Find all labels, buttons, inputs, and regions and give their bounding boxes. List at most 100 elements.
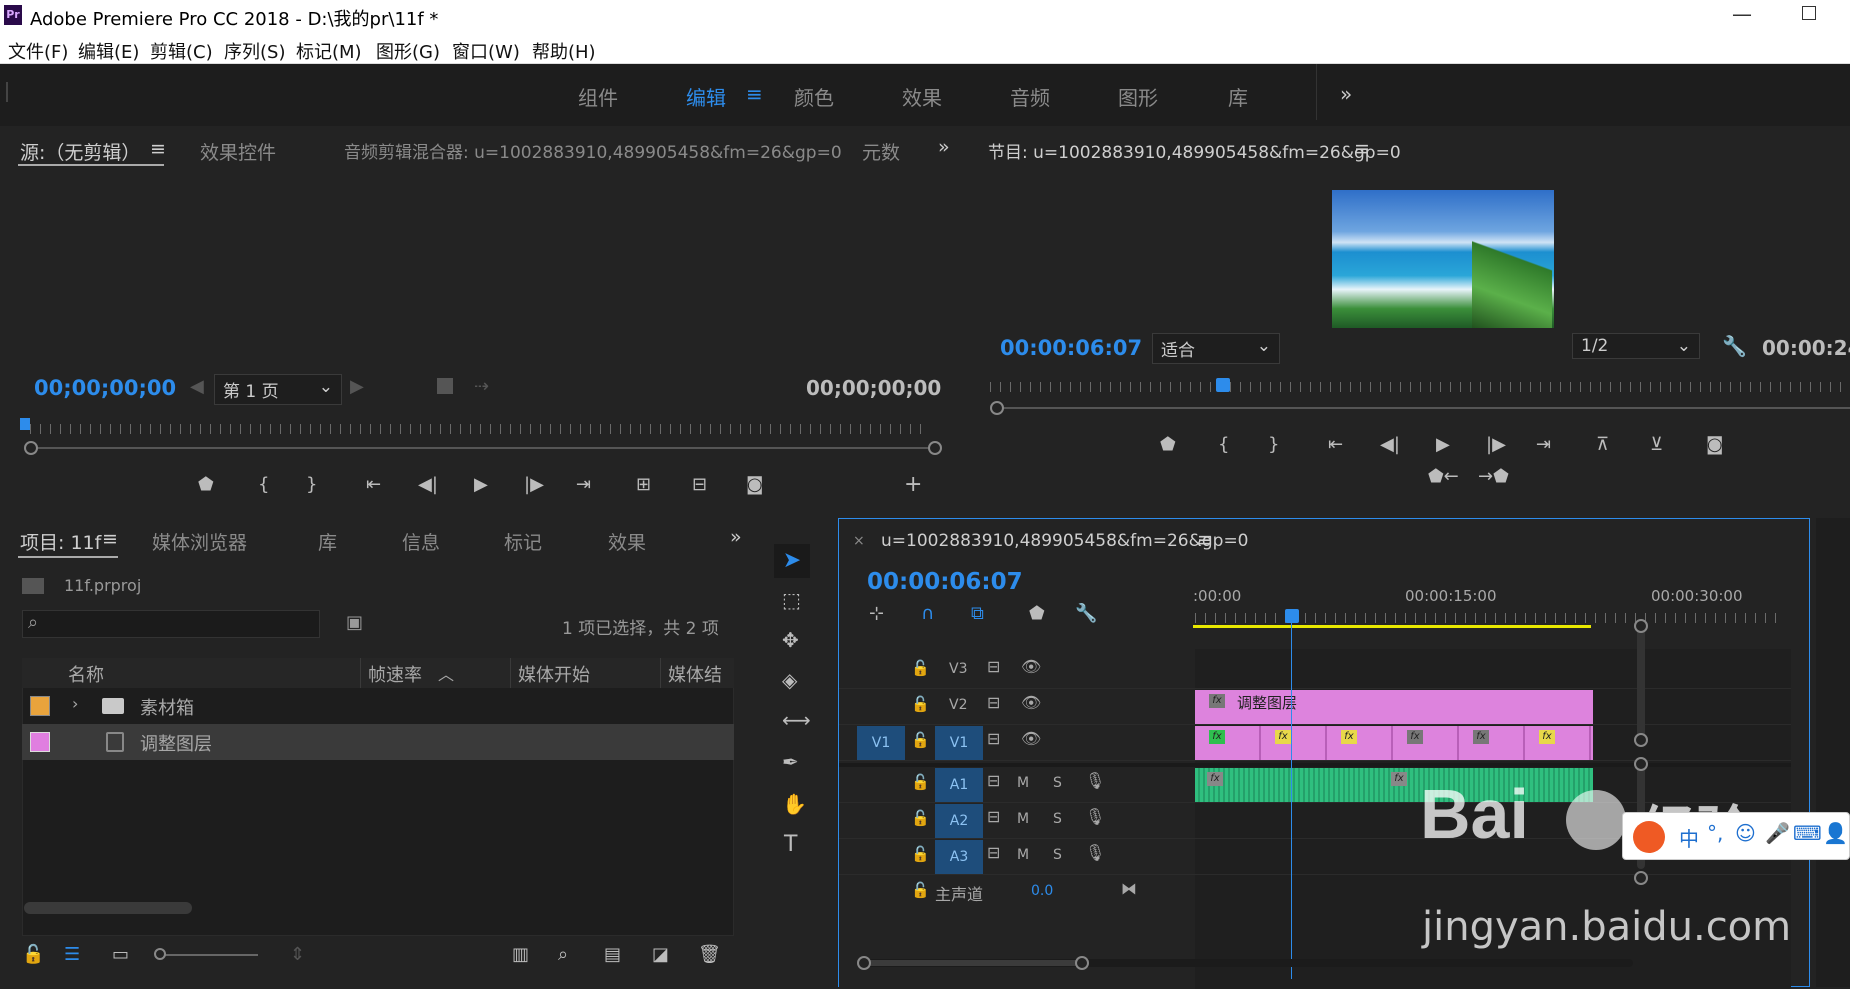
- tab-libraries[interactable]: 库: [318, 528, 337, 555]
- menu-help[interactable]: 帮助(H): [532, 38, 596, 64]
- audio-scroll-bottom[interactable]: [1634, 871, 1648, 885]
- add-marker-icon[interactable]: ⬟: [1029, 603, 1045, 624]
- track-label-v3[interactable]: V3: [949, 661, 967, 677]
- selection-tool-icon[interactable]: ➤: [774, 544, 810, 578]
- drop-frame-icon[interactable]: [437, 378, 453, 394]
- tab-markers[interactable]: 标记: [504, 528, 542, 555]
- audio-clip-strip[interactable]: fx fx: [1195, 768, 1593, 802]
- trash-icon[interactable]: 🗑: [698, 944, 721, 965]
- export-frame-icon[interactable]: ◙: [1706, 434, 1723, 455]
- razor-tool-icon[interactable]: ◈: [782, 668, 797, 692]
- slip-tool-icon[interactable]: ⟷: [782, 708, 811, 732]
- workspace-graphics[interactable]: 图形: [1118, 82, 1158, 111]
- track-target-a3[interactable]: A3: [935, 840, 983, 874]
- workspace-audio[interactable]: 音频: [1010, 82, 1050, 111]
- compare-forward-icon[interactable]: →⬟: [1478, 466, 1509, 487]
- microphone-icon[interactable]: 🎙: [1085, 771, 1105, 790]
- sort-ascending-icon[interactable]: ︿: [438, 661, 454, 685]
- track-select-tool-icon[interactable]: ⬚: [782, 588, 801, 612]
- microphone-icon[interactable]: 🎙: [1085, 807, 1105, 826]
- list-item[interactable]: › 素材箱: [22, 688, 734, 724]
- grip-handle[interactable]: [6, 82, 8, 102]
- menu-edit[interactable]: 编辑(E): [78, 38, 139, 64]
- tab-project[interactable]: 项目: 11f: [20, 528, 101, 555]
- search-input[interactable]: [22, 610, 320, 638]
- step-back-icon[interactable]: ◀|: [418, 474, 438, 495]
- mute-button[interactable]: M: [1017, 847, 1029, 863]
- program-scrollbar[interactable]: [1000, 407, 1850, 409]
- label-color-swatch[interactable]: [30, 696, 50, 716]
- resolution-select[interactable]: 1/2 ⌄: [1572, 333, 1700, 359]
- source-patch-v1[interactable]: V1: [857, 726, 905, 760]
- workspace-color[interactable]: 颜色: [794, 82, 834, 111]
- tab-source-menu-icon[interactable]: ≡: [150, 138, 166, 160]
- ime-emoji-icon[interactable]: ☺: [1735, 821, 1756, 845]
- list-view-icon[interactable]: ☰: [64, 944, 80, 965]
- next-page-icon[interactable]: ▶: [350, 376, 364, 397]
- compare-back-icon[interactable]: ⬟←: [1428, 466, 1459, 487]
- sequence-tab[interactable]: u=1002883910,489905458&fm=26&gp=0: [881, 531, 1249, 551]
- mark-out-icon[interactable]: }: [1268, 434, 1279, 455]
- sync-lock-icon[interactable]: ⊟: [987, 693, 1000, 712]
- workspace-libraries[interactable]: 库: [1228, 82, 1248, 111]
- step-forward-icon[interactable]: |▶: [524, 474, 544, 495]
- master-volume-value[interactable]: 0.0: [1031, 883, 1053, 899]
- menu-marker[interactable]: 标记(M): [296, 38, 362, 64]
- go-to-end-icon[interactable]: ⧓: [1121, 879, 1137, 898]
- lock-icon[interactable]: 🔓: [911, 845, 930, 863]
- button-editor-icon[interactable]: +: [904, 472, 922, 497]
- work-area-bar[interactable]: [1193, 625, 1591, 628]
- step-icon[interactable]: ⇢: [474, 376, 489, 397]
- sequence-menu-icon[interactable]: ≡: [1197, 529, 1213, 551]
- add-marker-icon[interactable]: ⬟: [1160, 434, 1176, 455]
- horizontal-scrollbar[interactable]: [24, 902, 192, 914]
- source-scroll-start[interactable]: [24, 441, 38, 455]
- settings-wrench-icon[interactable]: 🔧: [1075, 603, 1097, 624]
- source-scroll-end[interactable]: [928, 441, 942, 455]
- play-icon[interactable]: ▶: [474, 474, 488, 495]
- mute-button[interactable]: M: [1017, 811, 1029, 827]
- menu-file[interactable]: 文件(F): [8, 38, 68, 64]
- lock-icon[interactable]: 🔓: [911, 809, 930, 827]
- solo-button[interactable]: S: [1053, 811, 1062, 827]
- list-item[interactable]: 调整图层: [22, 724, 734, 760]
- mark-in-icon[interactable]: {: [1218, 434, 1229, 455]
- track-label-v2[interactable]: V2: [949, 697, 967, 713]
- menu-clip[interactable]: 剪辑(C): [150, 38, 213, 64]
- sync-lock-icon[interactable]: ⊟: [987, 807, 1000, 826]
- ime-user-icon[interactable]: 👤: [1823, 821, 1848, 845]
- track-target-a1[interactable]: A1: [935, 768, 983, 802]
- find-icon[interactable]: ⌕: [558, 944, 568, 965]
- workspace-assembly[interactable]: 组件: [578, 82, 618, 111]
- column-media-start[interactable]: 媒体开始: [518, 661, 590, 687]
- program-title[interactable]: 节目: u=1002883910,489905458&fm=26&gp=0: [988, 138, 1401, 163]
- timeline-timecode[interactable]: 00:00:06:07: [867, 569, 1023, 595]
- zoom-select[interactable]: 适合 ⌄: [1152, 333, 1280, 364]
- solo-button[interactable]: S: [1053, 847, 1062, 863]
- video-clip-strip[interactable]: fx fx fx fx fx fx: [1195, 726, 1593, 760]
- snap-icon[interactable]: ∩: [921, 603, 934, 624]
- program-timecode[interactable]: 00:00:06:07: [1000, 336, 1142, 360]
- go-to-in-icon[interactable]: ⇤: [1328, 434, 1343, 455]
- tab-info[interactable]: 信息: [402, 528, 440, 555]
- tab-source[interactable]: 源:（无剪辑）: [20, 138, 140, 165]
- automate-to-sequence-icon[interactable]: ▥: [512, 944, 529, 965]
- type-tool-icon[interactable]: T: [784, 832, 797, 857]
- ime-voice-icon[interactable]: 🎤: [1765, 821, 1790, 845]
- menu-sequence[interactable]: 序列(S): [224, 38, 285, 64]
- workspace-effects[interactable]: 效果: [902, 82, 942, 111]
- tab-media-browser[interactable]: 媒体浏览器: [152, 528, 247, 555]
- timeline-zoom-start[interactable]: [857, 956, 871, 970]
- panel-overflow-icon[interactable]: »: [938, 136, 950, 158]
- tab-metadata[interactable]: 元数: [862, 138, 900, 165]
- tab-audio-clip-mixer[interactable]: 音频剪辑混合器: u=1002883910,489905458&fm=26&gp…: [344, 138, 842, 163]
- new-item-icon[interactable]: ◪: [652, 944, 669, 965]
- zoom-slider[interactable]: [158, 954, 258, 956]
- workspace-editing[interactable]: 编辑: [686, 82, 726, 111]
- ripple-edit-tool-icon[interactable]: ✥: [782, 628, 799, 652]
- eye-icon[interactable]: 👁: [1021, 693, 1041, 712]
- extract-icon[interactable]: ⊻: [1650, 434, 1663, 455]
- eye-icon[interactable]: 👁: [1021, 729, 1041, 748]
- go-to-out-icon[interactable]: ⇥: [576, 474, 591, 495]
- video-scrollbar[interactable]: [1637, 619, 1645, 739]
